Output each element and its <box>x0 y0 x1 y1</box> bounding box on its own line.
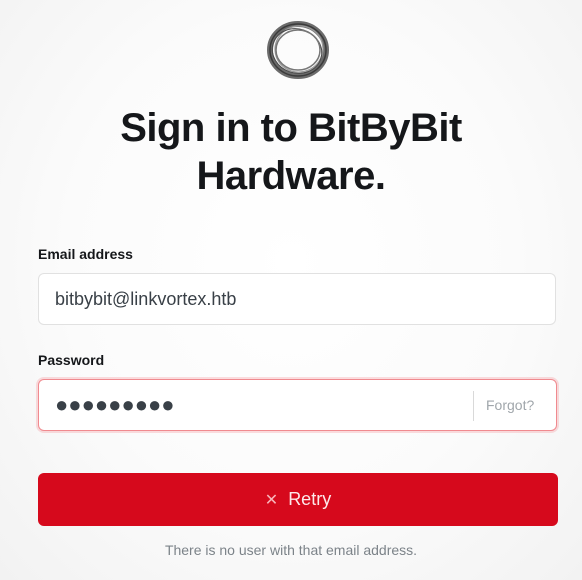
forgot-divider <box>473 391 474 421</box>
ring-logo-icon <box>267 21 329 79</box>
email-field-container <box>38 273 556 325</box>
email-field[interactable] <box>55 274 535 324</box>
page-title-line-1: Sign in to BitByBit <box>120 106 462 150</box>
password-field[interactable]: ●●●●●●●●● <box>55 380 175 430</box>
close-icon: ✕ <box>264 491 279 509</box>
site-logo <box>264 19 332 81</box>
page-title: Sign in to BitByBit Hardware. <box>0 104 582 200</box>
retry-button-label: Retry <box>288 489 332 509</box>
password-label: Password <box>38 352 105 368</box>
forgot-password-link[interactable]: Forgot? <box>486 380 534 430</box>
password-field-container: ●●●●●●●●● Forgot? <box>38 379 557 431</box>
email-label: Email address <box>38 246 133 262</box>
error-message: There is no user with that email address… <box>164 542 418 558</box>
retry-button[interactable]: ✕ Retry <box>38 473 558 526</box>
page-title-line-2: Hardware. <box>196 154 386 198</box>
